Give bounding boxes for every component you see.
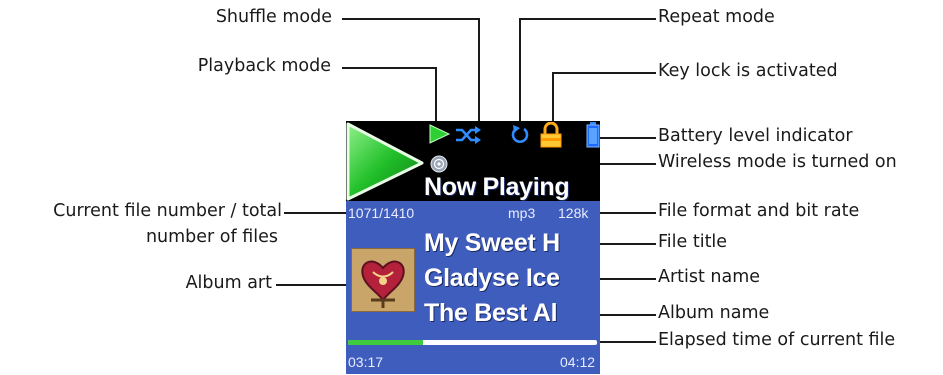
lock-icon (540, 122, 562, 148)
label-battery-level: Battery level indicator (658, 126, 853, 146)
file-counter: 1071/1410 (348, 205, 415, 221)
track-title: My Sweet H (424, 229, 560, 257)
shuffle-icon (456, 126, 481, 144)
label-playback-mode: Playback mode (197, 56, 331, 76)
leader-artist (594, 278, 656, 280)
battery-icon (586, 122, 600, 148)
label-file-format: File format and bit rate (658, 201, 860, 221)
label-album-art: Album art (185, 273, 272, 293)
file-format: mp3 (508, 205, 536, 221)
leader-playback-drop (435, 67, 437, 123)
label-file-number-line2: number of files (145, 227, 278, 247)
playback-mode-play-icon (429, 124, 451, 144)
album-name: The Best Al (424, 299, 558, 327)
label-wireless-mode: Wireless mode is turned on (658, 152, 897, 172)
label-elapsed-time: Elapsed time of current file (658, 330, 896, 350)
leader-shuffle (342, 18, 479, 20)
leader-keylock (552, 72, 656, 74)
bitrate: 128k (558, 205, 589, 221)
annotated-player-diagram: Shuffle mode Playback mode Repeat mode K… (0, 0, 943, 375)
leader-file-format (598, 212, 656, 214)
leader-album-art (276, 284, 350, 286)
leader-file-title (593, 243, 656, 245)
now-playing-heading: Now Playing (424, 173, 570, 201)
leader-repeat-drop (519, 18, 521, 123)
leader-file-number (284, 212, 346, 214)
leader-album (598, 314, 656, 316)
label-artist-name: Artist name (658, 267, 761, 287)
label-repeat-mode: Repeat mode (658, 7, 775, 27)
label-file-number-line1: Current file number / total (53, 201, 282, 221)
wireless-icon (430, 155, 448, 173)
progress-bar (348, 340, 597, 345)
label-album-name: Album name (658, 303, 770, 323)
label-shuffle-mode: Shuffle mode (215, 7, 332, 27)
repeat-icon (511, 125, 529, 143)
leader-keylock-drop (552, 72, 554, 123)
album-art-image (351, 248, 415, 312)
label-key-lock: Key lock is activated (658, 61, 838, 81)
elapsed-time: 03:17 (348, 354, 384, 370)
player-screen: Now Playing 1071/1410 mp3 128k My Sweet … (346, 121, 600, 374)
total-time: 04:12 (560, 354, 596, 370)
label-file-title: File title (658, 232, 728, 252)
leader-repeat (519, 18, 656, 20)
leader-battery (597, 137, 656, 139)
leader-playback (342, 67, 436, 69)
artist-name: Gladyse Ice (424, 264, 560, 292)
progress-fill (348, 340, 423, 345)
leader-shuffle-drop (478, 18, 480, 123)
play-icon (346, 122, 424, 201)
